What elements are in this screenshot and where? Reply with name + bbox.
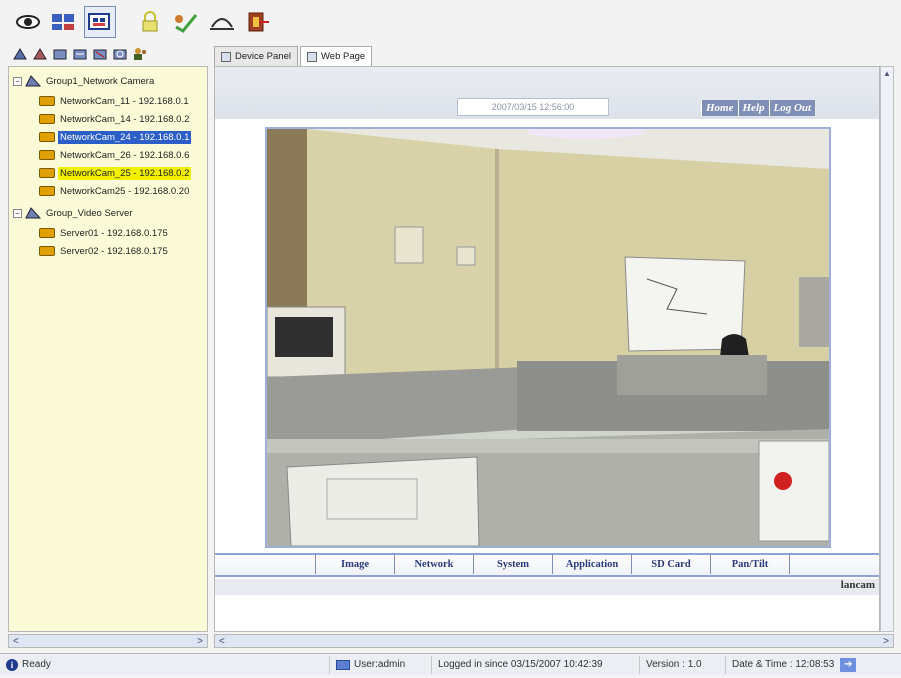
camera-icon [39, 114, 55, 124]
tree-horizontal-scrollbar[interactable]: < > [8, 634, 208, 648]
status-logged-in: Logged in since 03/15/2007 10:42:39 [432, 655, 640, 674]
web-view-icon[interactable] [84, 6, 116, 38]
disconnect-icon[interactable] [206, 6, 238, 38]
tree-item-label: NetworkCam_25 - 192.168.0.2 [58, 166, 192, 180]
web-page-icon [306, 51, 317, 62]
tree-item-label: Server01 - 192.168.0.175 [60, 227, 168, 239]
server-icon [39, 246, 55, 256]
web-horizontal-scrollbar[interactable]: < > [214, 634, 894, 648]
panel-icon [221, 51, 231, 62]
app-window: − Group1_Network Camera NetworkCam_11 - … [0, 0, 901, 678]
status-datetime-text: Date & Time : 12:08:53 [732, 659, 835, 670]
status-bar: i Ready User:admin Logged in since 03/15… [0, 653, 901, 675]
tree-item[interactable]: NetworkCam_11 - 192.168.0.1 [39, 93, 191, 109]
tab-sd-card[interactable]: SD Card [632, 554, 711, 574]
group-icon [25, 75, 41, 87]
status-datetime: Date & Time : 12:08:53 ➔ [726, 656, 876, 674]
scroll-up-icon[interactable]: ▲ [883, 69, 891, 78]
brand-bar [215, 579, 879, 595]
main-toolbar [6, 4, 896, 40]
user-icon [336, 659, 350, 670]
tree-item-label: NetworkCam_14 - 192.168.0.2 [60, 113, 190, 125]
remove-device-icon[interactable] [92, 47, 108, 61]
web-page-panel: 2007/03/15 12:56:00 Home Help Log Out Im… [214, 66, 880, 632]
tree-item[interactable]: NetworkCam25 - 192.168.0.20 [39, 183, 191, 199]
status-user-text: User:admin [354, 659, 406, 670]
tab-network[interactable]: Network [395, 554, 474, 574]
checklist-icon[interactable] [170, 6, 202, 38]
tab-system[interactable]: System [474, 554, 553, 574]
panel-tabs: Device Panel Web Page [214, 46, 373, 66]
tree-item[interactable]: Server01 - 192.168.0.175 [39, 225, 170, 241]
tab-pan-tilt[interactable]: Pan/Tilt [711, 554, 790, 574]
scroll-right-icon[interactable]: > [883, 636, 889, 647]
brand-logo: lancam [840, 579, 875, 591]
exit-icon[interactable] [242, 6, 274, 38]
status-version: Version : 1.0 [640, 655, 726, 674]
tab-label: Device Panel [235, 51, 291, 62]
edit-device-icon[interactable] [72, 47, 88, 61]
web-vertical-scrollbar[interactable]: ▲ [880, 66, 894, 632]
camera-feed-image [267, 129, 829, 546]
web-nav: Home Help Log Out [701, 100, 816, 116]
add-device-icon[interactable] [52, 47, 68, 61]
scroll-left-icon[interactable]: < [219, 636, 225, 647]
view-grid-icon[interactable] [48, 6, 80, 38]
remove-group-icon[interactable] [32, 47, 48, 61]
tab-device-panel[interactable]: Device Panel [214, 46, 298, 66]
help-link[interactable]: Help [737, 100, 769, 116]
camera-datetime: 2007/03/15 12:56:00 [457, 98, 609, 116]
tree-group-label: Group1_Network Camera [46, 75, 155, 87]
log-out-link[interactable]: Log Out [768, 100, 816, 116]
live-video-view[interactable] [265, 127, 831, 548]
camera-icon [39, 168, 55, 178]
arrow-right-icon[interactable]: ➔ [840, 657, 857, 672]
tab-label: Web Page [320, 51, 366, 62]
tree-toolbar [6, 44, 206, 64]
camera-icon [39, 132, 55, 142]
camera-icon [39, 96, 55, 106]
add-group-icon[interactable] [12, 47, 28, 61]
tree-item-highlighted[interactable]: NetworkCam_25 - 192.168.0.2 [39, 165, 192, 181]
server-icon [39, 228, 55, 238]
scroll-right-icon[interactable]: > [197, 636, 203, 647]
status-ready: i Ready [0, 655, 330, 674]
tree-item-label: NetworkCam_24 - 192.168.0.1 [58, 130, 192, 144]
tree-item-selected[interactable]: NetworkCam_24 - 192.168.0.1 [39, 129, 192, 145]
tree-group-video-server[interactable]: − Group_Video Server [13, 205, 134, 221]
scroll-left-icon[interactable]: < [13, 636, 19, 647]
settings-tabs: Image Network System Application SD Card… [315, 554, 790, 574]
tab-image[interactable]: Image [316, 554, 395, 574]
tree-group-network-camera[interactable]: − Group1_Network Camera [13, 73, 156, 89]
tree-item[interactable]: NetworkCam_26 - 192.168.0.6 [39, 147, 191, 163]
info-icon: i [6, 658, 18, 671]
tab-application[interactable]: Application [553, 554, 632, 574]
users-icon[interactable] [132, 47, 148, 61]
camera-icon [39, 150, 55, 160]
tree-item-label: NetworkCam25 - 192.168.0.20 [60, 185, 190, 197]
eye-icon[interactable] [12, 6, 44, 38]
tree-item[interactable]: NetworkCam_14 - 192.168.0.2 [39, 111, 191, 127]
status-ready-text: Ready [22, 659, 51, 670]
camera-icon [39, 186, 55, 196]
tree-item-label: NetworkCam_11 - 192.168.0.1 [60, 95, 189, 107]
tree-item[interactable]: Server02 - 192.168.0.175 [39, 243, 170, 259]
lock-icon[interactable] [134, 6, 166, 38]
group-icon [25, 207, 41, 219]
collapse-toggle[interactable]: − [13, 76, 22, 86]
tree-item-label: Server02 - 192.168.0.175 [60, 245, 168, 257]
device-tree: − Group1_Network Camera NetworkCam_11 - … [8, 66, 208, 632]
home-link[interactable]: Home [701, 100, 738, 116]
tree-item-label: NetworkCam_26 - 192.168.0.6 [60, 149, 190, 161]
tab-web-page[interactable]: Web Page [299, 46, 373, 66]
status-user: User:admin [330, 655, 432, 674]
collapse-toggle[interactable]: − [13, 208, 22, 218]
tree-group-label: Group_Video Server [46, 207, 133, 219]
search-device-icon[interactable] [112, 47, 128, 61]
